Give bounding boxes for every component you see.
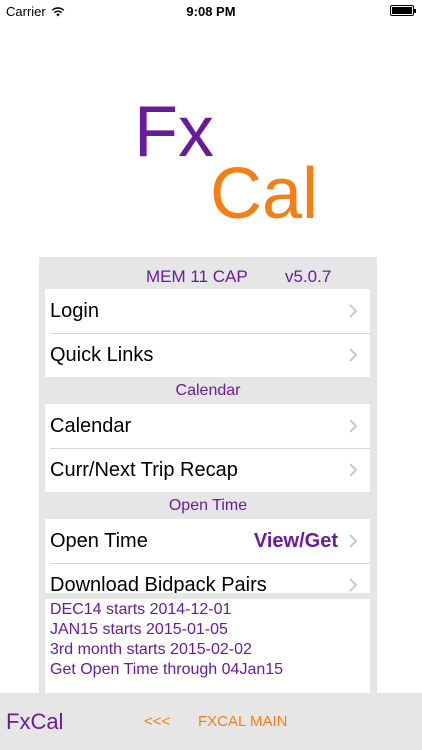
base-caption: MEM 11 CAP <box>146 267 248 286</box>
month-dates-list: DEC14 starts 2014-12-01 JAN15 starts 201… <box>45 599 370 693</box>
chevron-right-icon <box>349 348 358 362</box>
group-account: Login Quick Links <box>45 289 370 377</box>
bottom-toolbar: FxCal <<< FXCAL MAIN <box>0 693 422 750</box>
chevron-right-icon <box>349 419 358 433</box>
group-open-time: Open Time View/Get Download Bidpack Pair… <box>45 519 370 593</box>
logo-fx: Fx <box>134 92 214 172</box>
section-header-calendar: Calendar <box>175 382 241 399</box>
group-calendar: Calendar Curr/Next Trip Recap <box>45 404 370 492</box>
row-label: Login <box>50 300 99 322</box>
chevron-right-icon <box>349 534 358 548</box>
calendar-row[interactable]: Calendar <box>45 404 370 448</box>
info-line: MEM 11 CAP v5.0.7 <box>39 267 377 287</box>
row-label: Calendar <box>50 415 132 437</box>
login-row[interactable]: Login <box>45 289 370 333</box>
quick-links-row[interactable]: Quick Links <box>45 333 370 377</box>
open-time-row[interactable]: Open Time View/Get <box>45 519 370 563</box>
section-header-open-time: Open Time <box>168 497 248 514</box>
download-bidpack-row[interactable]: Download Bidpack Pairs <box>45 563 370 593</box>
view-get-label: View/Get <box>253 530 338 552</box>
date-line: JAN15 starts 2015-01-05 <box>50 621 228 638</box>
row-label: Open Time <box>50 530 148 552</box>
chevron-right-icon <box>349 463 358 477</box>
row-label: Quick Links <box>50 344 154 366</box>
date-line: 3rd month starts 2015-02-02 <box>50 641 252 658</box>
date-line: DEC14 starts 2014-12-01 <box>50 601 232 618</box>
menu-panel: MEM 11 CAP v5.0.7 Login Quick Links Cale… <box>39 257 377 693</box>
status-time: 9:08 PM <box>186 4 236 19</box>
trip-recap-row[interactable]: Curr/Next Trip Recap <box>45 448 370 492</box>
logo-cal: Cal <box>210 154 319 234</box>
row-label: Download Bidpack Pairs <box>50 574 267 593</box>
back-button[interactable]: <<< <box>144 713 170 730</box>
version-label: v5.0.7 <box>285 267 332 286</box>
app-name-label: FxCal <box>6 709 64 734</box>
chevron-right-icon <box>349 578 358 592</box>
battery-icon <box>390 5 416 16</box>
row-label: Curr/Next Trip Recap <box>50 459 238 481</box>
status-bar: Carrier 9:08 PM <box>0 0 422 22</box>
chevron-right-icon <box>349 304 358 318</box>
fxcal-main-button[interactable]: FXCAL MAIN <box>198 713 287 730</box>
date-line: Get Open Time through 04Jan15 <box>50 661 284 678</box>
